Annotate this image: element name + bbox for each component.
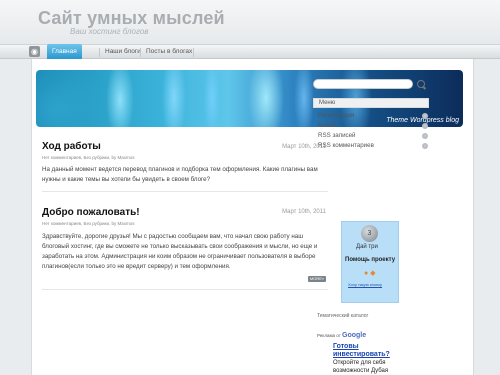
post-title[interactable]: Добро пожаловать! bbox=[42, 207, 140, 218]
more-button[interactable]: MORE» bbox=[308, 276, 326, 282]
post-title[interactable]: Ход работы bbox=[42, 141, 101, 152]
donate-give-label: Дай три bbox=[356, 244, 378, 250]
nav-item-blog-posts[interactable]: Посты в блогах bbox=[141, 46, 197, 58]
sidebar-link-rss-posts[interactable]: RSS записей bbox=[318, 132, 356, 139]
nav-item-home[interactable]: Главная bbox=[47, 44, 82, 59]
arrow-icon: › bbox=[422, 133, 428, 139]
post-body: На данный момент ведется перевод плагино… bbox=[42, 166, 318, 183]
sidebar-link-login[interactable]: Войти bbox=[318, 122, 335, 129]
donate-widget[interactable]: 3 Дай три Помощь проекту ● ◆ Хочу такую … bbox=[341, 221, 399, 303]
coin-icon: 3 bbox=[361, 225, 378, 242]
post-body: Здравствуйте, дорогие друзья! Мы с радос… bbox=[42, 233, 318, 270]
site-title[interactable]: Сайт умных мыслей bbox=[38, 8, 225, 29]
post-meta[interactable]: Нет комментариев, Без рубрики, by Maxmos bbox=[42, 155, 135, 160]
arrow-icon: › bbox=[422, 143, 428, 149]
nav-item-our-blogs[interactable]: Наши блоги bbox=[100, 46, 146, 58]
post-date: Март 10th, 2011 bbox=[282, 209, 326, 215]
sidebar-link-register[interactable]: Регистрация bbox=[318, 112, 354, 119]
site-header: Сайт умных мыслей Ваш хостинг блогов bbox=[0, 0, 500, 44]
ad-header: Реклама от Google bbox=[317, 332, 366, 339]
post-divider bbox=[42, 289, 328, 290]
arrow-icon: › bbox=[422, 113, 428, 119]
ad-text: Откройте для себя возможности Дубая bbox=[333, 360, 389, 374]
payment-icons: ● ◆ bbox=[364, 270, 376, 277]
nav-bar: ◉ Главная Наши блоги Посты в блогах bbox=[0, 44, 500, 59]
widget-title: Меню bbox=[313, 98, 429, 108]
sidebar-link-rss-comments[interactable]: RSS комментариев bbox=[318, 142, 374, 149]
nav-divider bbox=[193, 48, 194, 57]
catalog-link[interactable]: Тематический каталог bbox=[317, 313, 368, 319]
donate-button-link[interactable]: Хочу такую кнопку bbox=[348, 282, 382, 287]
post-meta[interactable]: Нет комментариев, Без рубрики, by Maxmos bbox=[42, 221, 135, 226]
ad-link[interactable]: Готовы инвестировать? bbox=[333, 343, 413, 359]
google-logo: Google bbox=[342, 332, 367, 339]
ad-header-text: Реклама от bbox=[317, 333, 341, 338]
arrow-icon: › bbox=[422, 123, 428, 129]
rss-icon[interactable]: ◉ bbox=[29, 46, 40, 57]
site-tagline: Ваш хостинг блогов bbox=[70, 27, 149, 36]
post-divider bbox=[42, 191, 328, 192]
search-icon[interactable] bbox=[417, 80, 425, 88]
search-input[interactable] bbox=[313, 79, 413, 89]
donate-help-label: Помощь проекту bbox=[345, 257, 396, 263]
